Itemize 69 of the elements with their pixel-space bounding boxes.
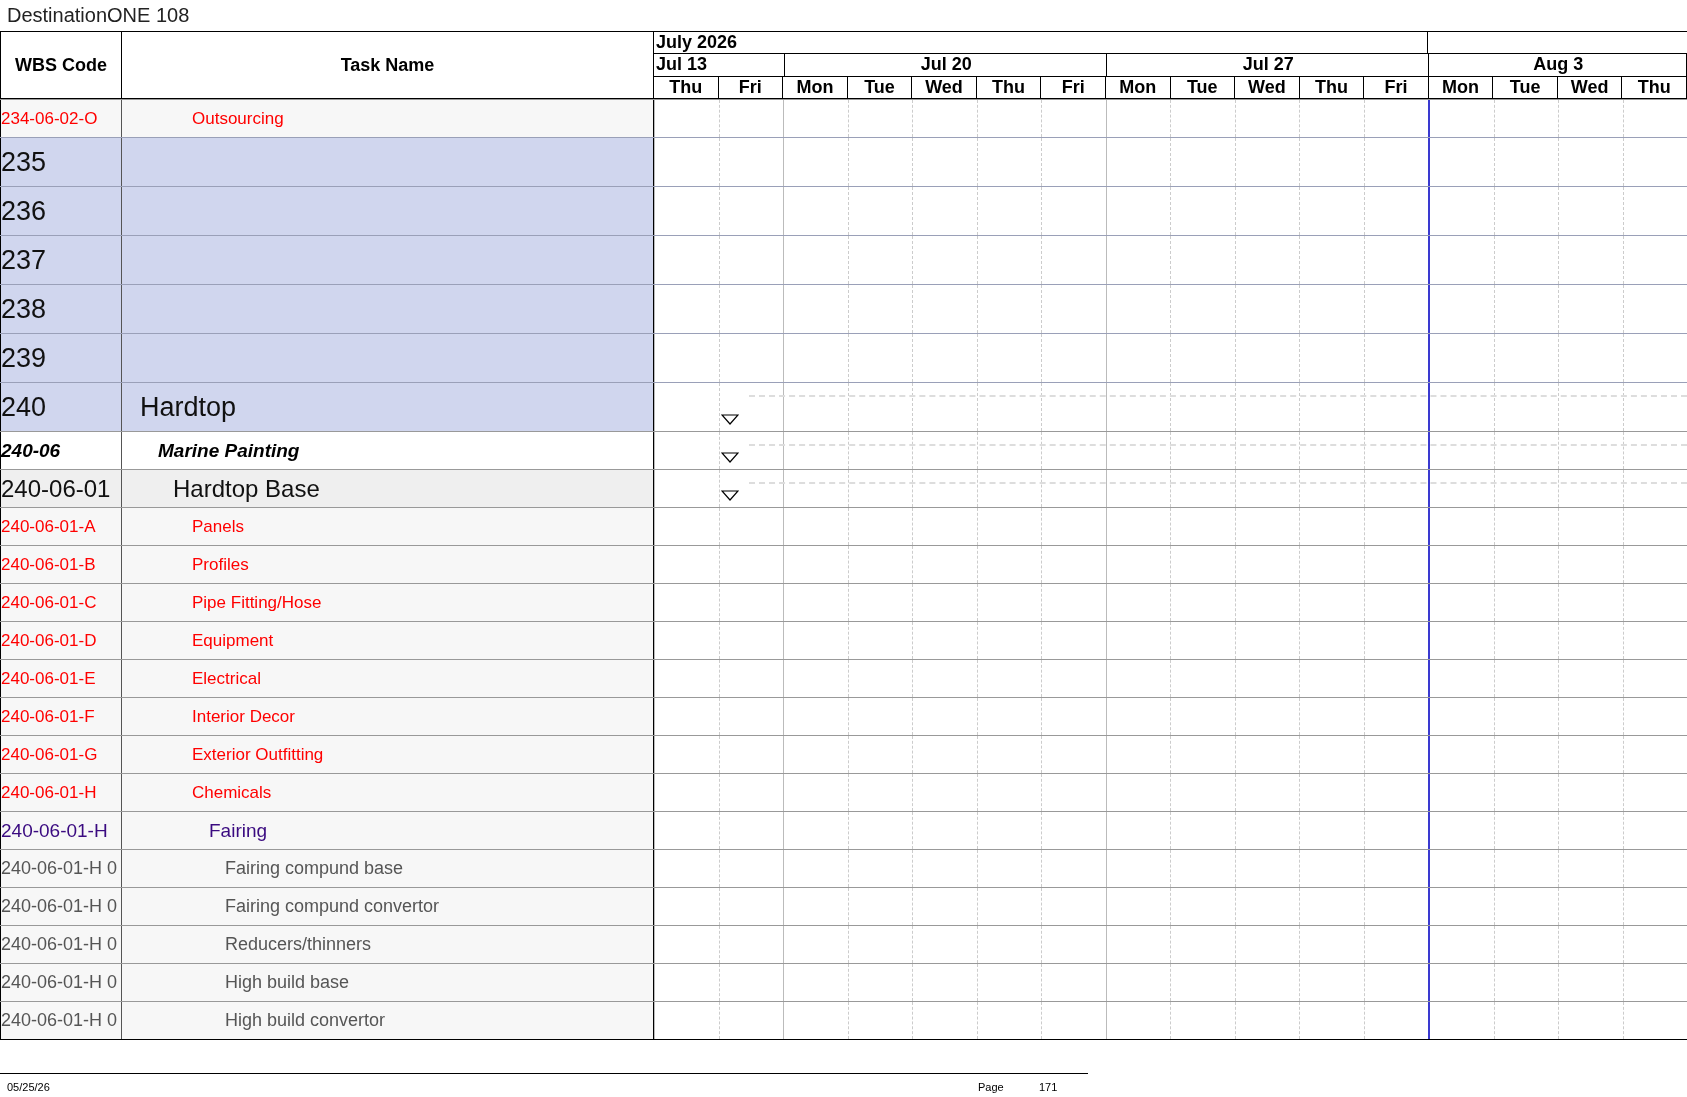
wbs-cell: 240-06-01-H 0 [0,1002,121,1039]
wbs-cell: 240-06-01-H [0,774,121,811]
day-label: Wed [912,76,977,98]
day-label: Wed [1557,76,1623,98]
task-cell: Hardtop Base [121,470,653,507]
task-cell: Fairing compund convertor [121,888,653,925]
day-label: Thu [1622,76,1687,98]
column-header: Task Name [121,32,653,98]
task-cell: Outsourcing [121,100,653,137]
wbs-cell: 240-06-01-D [0,622,121,659]
task-cell: Chemicals [121,774,653,811]
wbs-cell: 240-06-01-F [0,698,121,735]
task-cell: Equipment [121,622,653,659]
task-cell: Hardtop [121,383,653,431]
wbs-cell: 237 [0,236,121,284]
week-label: Jul 27 [1242,54,1294,75]
wbs-cell: 240-06-01-H 0 [0,888,121,925]
wbs-cell: 240 [0,383,121,431]
wbs-cell: 240-06-01-B [0,546,121,583]
column-header: WBS Code [0,32,121,98]
task-cell: Fairing compund base [121,850,653,887]
day-label: Fri [718,76,784,98]
day-label: Thu [1299,76,1365,98]
summary-triangle-icon [721,490,739,501]
day-label: Fri [1041,76,1106,98]
day-label: Fri [1364,76,1429,98]
month-label: July 2026 [656,32,738,52]
wbs-cell: 235 [0,138,121,186]
wbs-cell: 236 [0,187,121,235]
wbs-cell: 240-06-01-A [0,508,121,545]
day-label: Tue [1493,76,1558,98]
task-cell: Reducers/thinners [121,926,653,963]
wbs-cell: 240-06-01-G [0,736,121,773]
wbs-cell: 234-06-02-O [0,100,121,137]
week-label: Aug 3 [1533,54,1584,75]
wbs-cell: 240-06-01-C [0,584,121,621]
wbs-cell: 240-06-01 [0,470,121,507]
task-cell: Interior Decor [121,698,653,735]
week-label: Jul 20 [920,54,972,75]
task-cell: Electrical [121,660,653,697]
week-label: Jul 13 [656,54,708,75]
page-label: Page [978,1081,1004,1093]
task-cell: Panels [121,508,653,545]
day-label: Mon [1428,76,1494,98]
task-cell: High build base [121,964,653,1001]
task-cell: Profiles [121,546,653,583]
day-label: Thu [976,76,1042,98]
page-number: 171 [1039,1081,1058,1093]
wbs-cell: 240-06-01-H [0,812,121,849]
task-cell: Exterior Outfitting [121,736,653,773]
task-cell: High build convertor [121,1002,653,1039]
day-label: Tue [847,76,913,98]
day-label: Mon [1105,76,1171,98]
wbs-cell: 240-06-01-H 0 [0,926,121,963]
task-cell: Fairing [121,812,653,849]
day-label: Mon [783,76,848,98]
day-label: Tue [1170,76,1236,98]
document-title: DestinationONE 108 [6,3,191,28]
day-label: Wed [1235,76,1300,98]
summary-triangle-icon [721,452,739,463]
day-label: Thu [654,76,719,98]
wbs-cell: 238 [0,285,121,333]
wbs-cell: 240-06-01-H 0 [0,850,121,887]
wbs-cell: 239 [0,334,121,382]
print-date: 05/25/26 [7,1081,50,1093]
wbs-cell: 240-06-01-H 0 [0,964,121,1001]
wbs-cell: 240-06-01-E [0,660,121,697]
summary-triangle-icon [721,414,739,425]
task-cell: Pipe Fitting/Hose [121,584,653,621]
